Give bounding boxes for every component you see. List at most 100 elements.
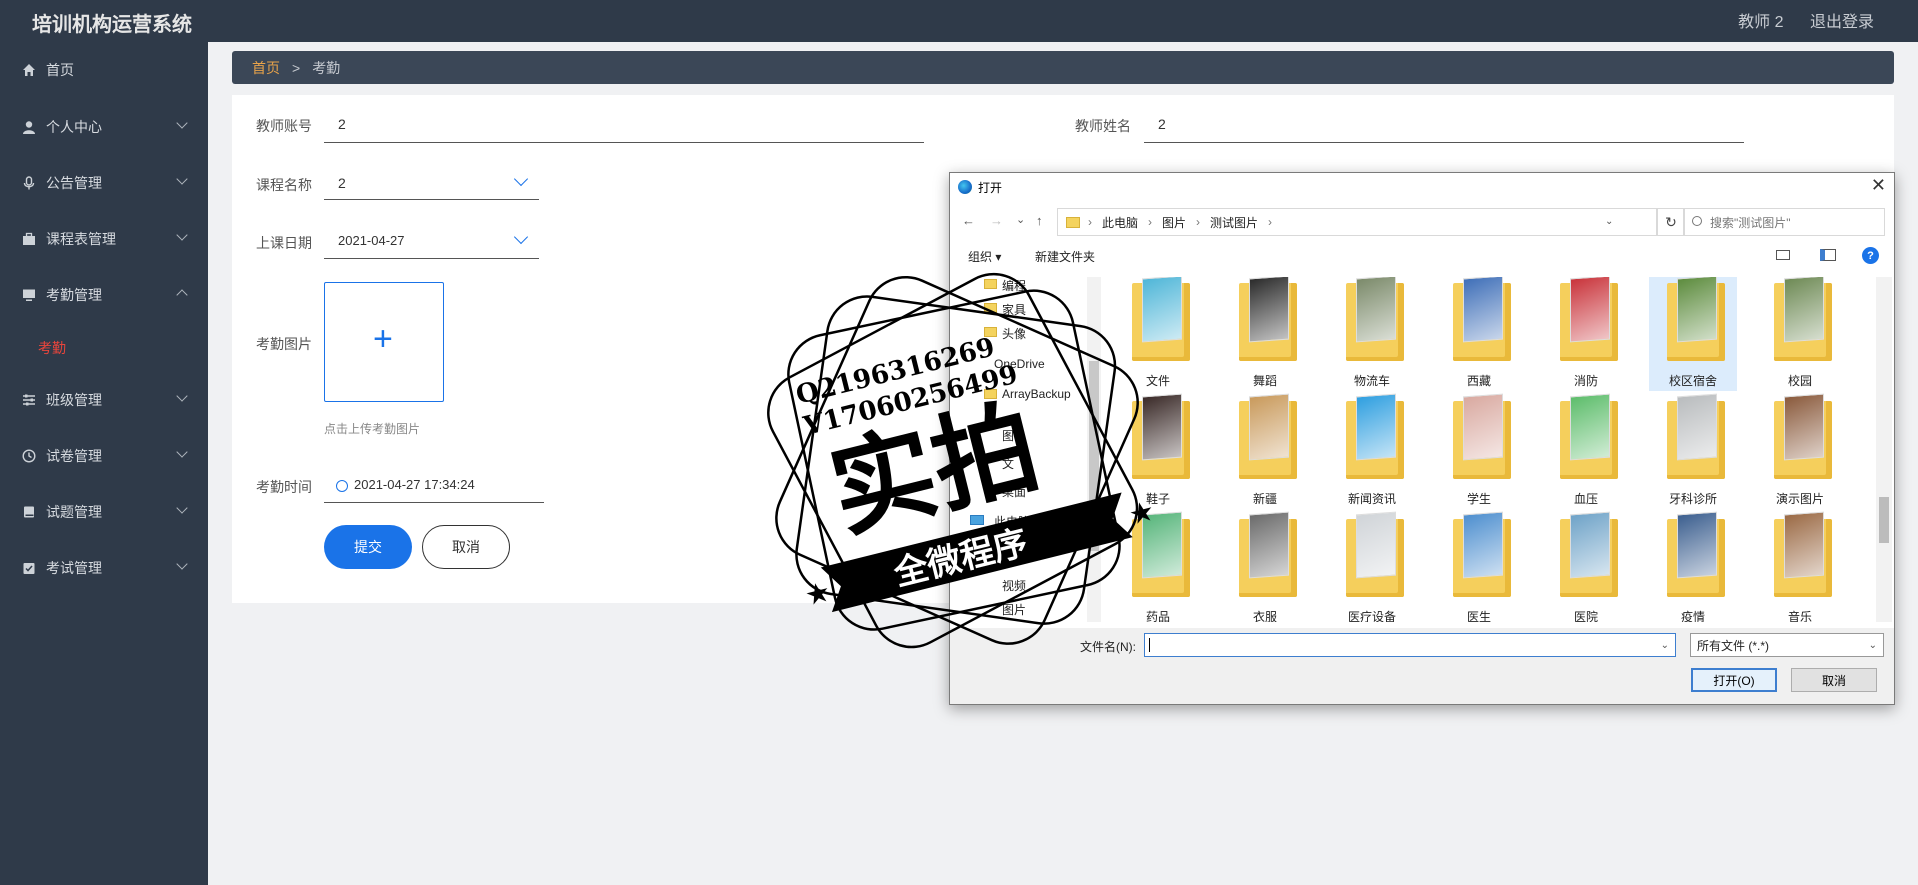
- nav-item[interactable]: ArrayBackup: [984, 387, 1071, 401]
- refresh-icon[interactable]: ↻: [1657, 208, 1685, 236]
- app-title: 培训机构运营系统: [32, 14, 192, 36]
- preview-pane-icon[interactable]: [1820, 249, 1836, 261]
- open-button[interactable]: 打开(O): [1691, 668, 1777, 692]
- recent-dropdown-icon[interactable]: ⌄: [1016, 213, 1025, 226]
- current-user[interactable]: 教师 2: [1738, 14, 1783, 31]
- nav-item[interactable]: 编程: [984, 277, 1026, 294]
- file-item[interactable]: 牙科诊所: [1649, 391, 1737, 509]
- filetype-select[interactable]: 所有文件 (*.*) ⌄: [1690, 633, 1884, 657]
- upload-photo-button[interactable]: +: [324, 282, 444, 402]
- chevron-down-icon[interactable]: ⌄: [1605, 216, 1613, 227]
- file-item[interactable]: 医疗设备: [1328, 509, 1416, 622]
- forward-arrow-icon[interactable]: →: [990, 213, 1003, 228]
- file-grid-scrollbar[interactable]: [1876, 277, 1892, 622]
- sidebar-item-class[interactable]: 班级管理: [0, 380, 208, 420]
- view-options-icon[interactable]: [1776, 250, 1790, 260]
- folder-thumbnail: [1677, 393, 1717, 461]
- sidebar-item-attendance[interactable]: 考勤管理: [0, 275, 208, 315]
- course-name-label: 课程名称: [256, 177, 312, 193]
- file-item[interactable]: 新闻资讯: [1328, 391, 1416, 509]
- help-icon[interactable]: ?: [1862, 247, 1879, 264]
- teacher-name-field[interactable]: 2: [1158, 116, 1166, 132]
- file-item[interactable]: 医院: [1542, 509, 1630, 622]
- cancel-button[interactable]: 取消: [422, 525, 510, 569]
- sidebar-item-questions[interactable]: 试题管理: [0, 492, 208, 532]
- path-crumb[interactable]: 图片: [1162, 214, 1186, 231]
- sidebar-item-personal-center[interactable]: 个人中心: [0, 107, 208, 147]
- breadcrumb-home[interactable]: 首页: [252, 58, 280, 78]
- file-item[interactable]: 血压: [1542, 391, 1630, 509]
- file-item[interactable]: 舞蹈: [1221, 277, 1309, 391]
- nav-item[interactable]: 视频: [1002, 577, 1026, 594]
- file-item[interactable]: 演示图片: [1756, 391, 1844, 509]
- file-item[interactable]: 疫情: [1649, 509, 1737, 622]
- file-item[interactable]: 西藏: [1435, 277, 1523, 391]
- file-item[interactable]: 药品: [1114, 509, 1202, 622]
- submit-button[interactable]: 提交: [324, 525, 412, 569]
- user-icon: [23, 121, 35, 134]
- file-name: 新闻资讯: [1347, 492, 1396, 506]
- address-row: ← → ⌄ ↑ › 此电脑 › 图片 › 测试图片 › ⌄ ↻ 搜索"测试图片": [950, 207, 1894, 237]
- nav-pane-scrollbar[interactable]: [1087, 277, 1101, 622]
- file-name: 医生: [1466, 610, 1491, 622]
- file-name: 消防: [1573, 374, 1598, 388]
- nav-item[interactable]: 文: [1002, 455, 1014, 472]
- chevron-up-icon: [176, 289, 188, 301]
- dialog-cancel-button[interactable]: 取消: [1791, 668, 1877, 692]
- nav-item[interactable]: 图: [1002, 427, 1014, 444]
- file-name: 音乐: [1787, 610, 1812, 622]
- new-folder-button[interactable]: 新建文件夹: [1035, 248, 1095, 265]
- chevron-down-icon: ⌄: [1868, 640, 1877, 651]
- file-name: 舞蹈: [1252, 374, 1277, 388]
- back-arrow-icon[interactable]: ←: [962, 213, 975, 228]
- nav-item[interactable]: 头像: [984, 325, 1026, 342]
- file-name: 物流车: [1353, 374, 1390, 388]
- file-item[interactable]: 校区宿舍: [1649, 277, 1737, 391]
- file-item[interactable]: 衣服: [1221, 509, 1309, 622]
- file-item[interactable]: 医生: [1435, 509, 1523, 622]
- nav-item[interactable]: 桌面: [1002, 483, 1026, 500]
- file-item[interactable]: 物流车: [1328, 277, 1416, 391]
- path-crumb[interactable]: 此电脑: [1102, 214, 1138, 231]
- chevron-down-icon[interactable]: ⌄: [1661, 640, 1669, 651]
- teacher-account-field[interactable]: 2: [338, 116, 346, 132]
- sidebar-item-home[interactable]: 首页: [0, 50, 208, 90]
- nav-item-this-pc[interactable]: 此电脑: [970, 513, 1030, 530]
- up-arrow-icon[interactable]: ↑: [1036, 213, 1043, 228]
- filename-input[interactable]: ⌄: [1144, 633, 1676, 657]
- nav-item[interactable]: 家具: [984, 301, 1026, 318]
- scrollbar-thumb[interactable]: [1089, 361, 1099, 551]
- sidebar-item-label: 试题管理: [46, 504, 102, 520]
- sidebar-item-paper[interactable]: 试卷管理: [0, 436, 208, 476]
- file-item[interactable]: 音乐: [1756, 509, 1844, 622]
- file-name: 演示图片: [1775, 492, 1824, 506]
- logout-link[interactable]: 退出登录: [1810, 14, 1874, 31]
- file-item[interactable]: 学生: [1435, 391, 1523, 509]
- monitor-icon: [23, 289, 35, 301]
- scrollbar-thumb[interactable]: [1879, 497, 1889, 543]
- path-crumb[interactable]: 测试图片: [1210, 214, 1258, 231]
- nav-item-onedrive[interactable]: OneDrive: [994, 357, 1045, 371]
- file-item[interactable]: 鞋子: [1114, 391, 1202, 509]
- sidebar-subitem-attendance[interactable]: 考勤: [38, 338, 66, 358]
- attendance-time-field[interactable]: 2021-04-27 17:34:24: [354, 477, 475, 492]
- close-icon[interactable]: ✕: [1871, 175, 1886, 196]
- sidebar-item-notice[interactable]: 公告管理: [0, 163, 208, 203]
- file-item[interactable]: 校园: [1756, 277, 1844, 391]
- course-name-select[interactable]: 2: [338, 175, 346, 191]
- file-item[interactable]: 新疆: [1221, 391, 1309, 509]
- class-date-select[interactable]: 2021-04-27: [338, 233, 405, 248]
- file-item[interactable]: 消防: [1542, 277, 1630, 391]
- sidebar-item-exam[interactable]: 考试管理: [0, 548, 208, 588]
- sidebar-item-schedule[interactable]: 课程表管理: [0, 219, 208, 259]
- address-bar[interactable]: › 此电脑 › 图片 › 测试图片 ›: [1057, 208, 1657, 236]
- nav-item[interactable]: 图片: [1002, 601, 1026, 618]
- breadcrumb: 首页 > 考勤: [232, 51, 1894, 84]
- file-name: 鞋子: [1145, 492, 1170, 506]
- file-item[interactable]: 文件: [1114, 277, 1202, 391]
- chevron-down-icon: [176, 390, 188, 402]
- file-name: 校园: [1787, 374, 1812, 388]
- sidebar-item-label: 个人中心: [46, 119, 102, 135]
- search-input[interactable]: 搜索"测试图片": [1683, 208, 1885, 236]
- organize-menu[interactable]: 组织 ▾: [968, 248, 1001, 265]
